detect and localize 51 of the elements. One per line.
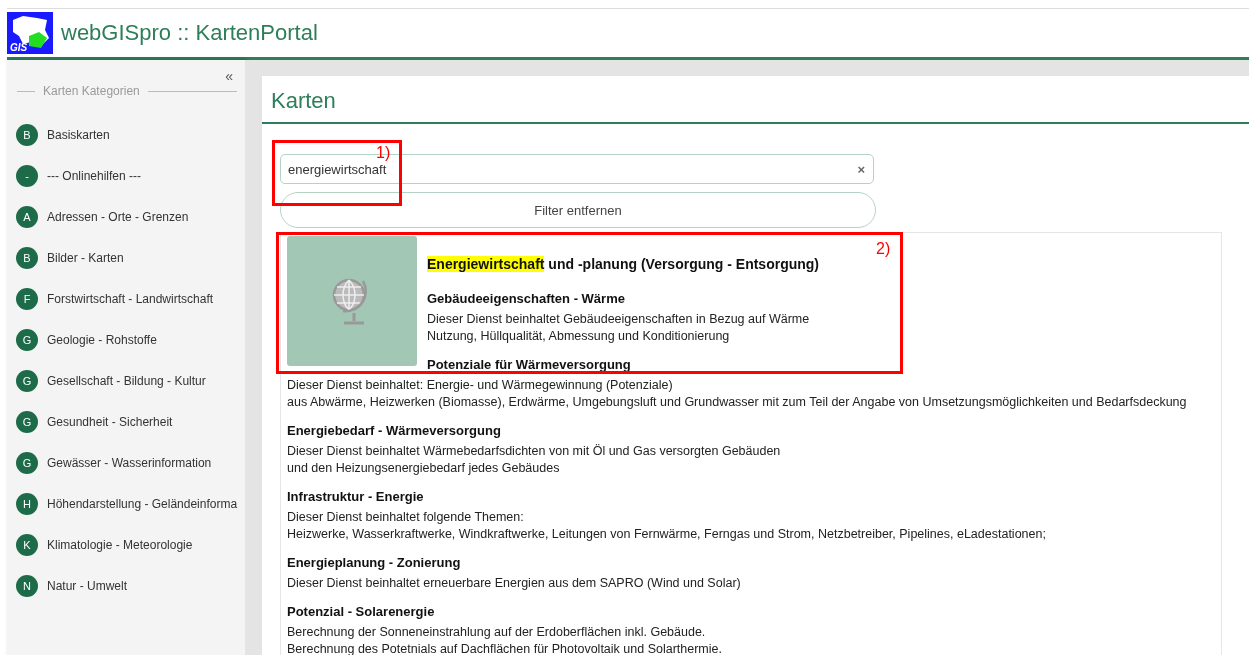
service-heading: Infrastruktur - Energie xyxy=(287,488,425,506)
service-heading: Energiebedarf - Wärmeversorgung xyxy=(287,422,502,440)
filter-button[interactable]: Filter entfernen xyxy=(280,192,876,228)
service-description: Heizwerke, Wasserkraftwerke, Windkraftwerke, Leitungen von Fernwärme, Ferngas und Strom, Netzbetreiber, Pipelines, eLadestationen; xyxy=(287,526,1047,543)
category-link[interactable]: Gesundheit - Sicherheit xyxy=(47,414,173,429)
category-link[interactable]: Basiskarten xyxy=(47,127,110,142)
category-badge: G xyxy=(16,328,38,351)
service-description: Dieser Dienst beinhaltet Wärmebedarfsdichten von mit Öl und Gas versorgten Gebäuden xyxy=(287,443,782,460)
service-heading: Gebäudeeigenschaften - Wärme xyxy=(426,290,626,308)
category-badge: A xyxy=(16,205,38,228)
service-description: Nutzung, Hüllqualität, Abmessung und Konditionierung xyxy=(426,328,731,345)
card-title: Karten xyxy=(271,88,337,114)
service-heading: Potenziale für Wärmeversorgung xyxy=(426,356,632,374)
category-link[interactable]: Höhendarstellung - Geländeinforma xyxy=(47,496,238,511)
category-link[interactable]: Geologie - Rohstoffe xyxy=(47,332,157,347)
service-description: Berechnung des Potetnials auf Dachflächen für Photovoltaik und Solarthermie. xyxy=(287,641,723,655)
category-badge: B xyxy=(16,123,38,146)
category-badge: K xyxy=(16,533,38,556)
sidebar-heading: Karten Kategorien xyxy=(43,84,140,98)
service-description: Dieser Dienst beinhaltet Gebäudeeigenschaften in Bezug auf Wärme xyxy=(426,311,811,328)
annotation-label: 2) xyxy=(876,240,891,258)
category-link[interactable]: Klimatologie - Meteorologie xyxy=(47,537,193,552)
service-description: aus Abwärme, Heizwerken (Biomasse), Erdwärme, Umgebungsluft und Grundwasser mit zum Teil der Angabe von Umsetzungsmöglichkeiten und Bedarfsdeckung xyxy=(287,394,1188,411)
service-description: Berechnung der Sonneneinstrahlung auf der Erdoberflächen inkl. Gebäude. xyxy=(287,624,707,641)
app-title: webGISpro :: KartenPortal xyxy=(61,20,318,46)
category-badge: G xyxy=(16,451,38,474)
category-badge: N xyxy=(16,574,38,597)
logo-text: GIS xyxy=(10,42,28,53)
category-badge: G xyxy=(16,369,38,392)
service-description: Dieser Dienst beinhaltet: Energie- und Wärmegewinnung (Potenziale) xyxy=(287,377,674,394)
category-link[interactable]: Forstwirtschaft - Landwirtschaft xyxy=(47,291,214,306)
clear-button[interactable]: × xyxy=(857,161,865,177)
logo xyxy=(7,12,53,54)
category-badge: - xyxy=(16,164,38,187)
category-badge: B xyxy=(16,246,38,269)
result-thumbnail[interactable] xyxy=(287,236,417,366)
category-link[interactable]: Gewässer - Wasserinformation xyxy=(47,455,212,470)
service-heading: Potenzial - Solarenergie xyxy=(287,603,436,621)
category-link[interactable]: Gesellschaft - Bildung - Kultur xyxy=(47,373,206,388)
category-badge: H xyxy=(16,492,38,515)
service-description: Dieser Dienst beinhaltet erneuerbare Energien aus dem SAPRO (Wind und Solar) xyxy=(287,575,742,592)
service-heading: Energieplanung - Zonierung xyxy=(287,554,462,572)
category-badge: F xyxy=(16,287,38,310)
category-link[interactable]: Bilder - Karten xyxy=(47,250,124,265)
category-link[interactable]: Adressen - Orte - Grenzen xyxy=(47,209,189,224)
service-description: und den Heizungsenergiebedarf jedes Gebäudes xyxy=(287,460,561,477)
service-description: Dieser Dienst beinhaltet folgende Themen: xyxy=(287,509,525,526)
collapse-button[interactable]: « xyxy=(7,68,245,84)
category-badge: G xyxy=(16,410,38,433)
category-link[interactable]: Natur - Umwelt xyxy=(47,578,127,593)
category-link[interactable]: --- Onlinehilfen --- xyxy=(47,168,142,183)
